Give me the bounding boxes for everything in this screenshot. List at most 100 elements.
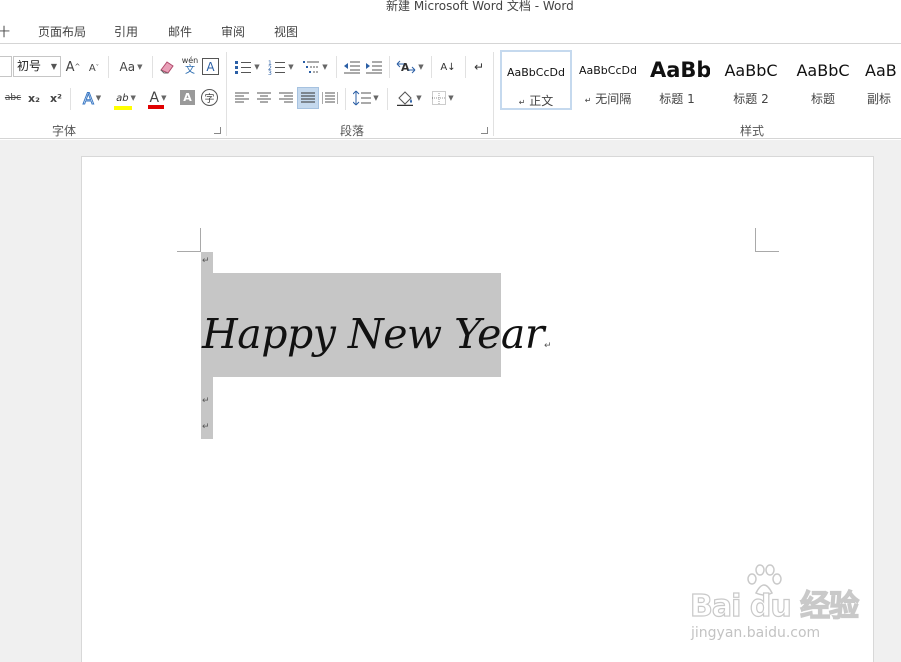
grow-font-button[interactable]: A ^: [65, 58, 81, 76]
distributed-button[interactable]: [321, 89, 339, 107]
tab-design[interactable]: 十: [0, 23, 10, 40]
bullets-button[interactable]: ▼: [232, 57, 262, 77]
font-dialog-launcher-icon[interactable]: [214, 127, 221, 134]
clear-formatting-button[interactable]: [158, 58, 176, 76]
ribbon: 初号 ▼ A ^ Aˇ Aa ▼ wén 文 A abc x₂ x² A ▼ ab ▼: [0, 43, 901, 139]
document-text[interactable]: Happy New Year↵: [202, 310, 552, 358]
window-title: 新建 Microsoft Word 文档 - Word: [386, 0, 574, 13]
decrease-indent-button[interactable]: [342, 57, 362, 77]
font-name-box[interactable]: [0, 56, 12, 77]
shrink-font-icon: A: [88, 62, 96, 74]
style-label: ↵ 无间隔: [572, 90, 644, 107]
ribbon-tabs: 十 页面布局 引用 邮件 审阅 视图: [0, 20, 901, 42]
bullet-list-icon: [235, 61, 252, 74]
paragraph-mark: ↵: [202, 396, 210, 406]
svg-text:A: A: [401, 61, 410, 74]
tab-review[interactable]: 审阅: [221, 23, 245, 40]
paragraph-mark: ↵: [202, 256, 210, 266]
style-normal[interactable]: AaBbCcDd ↵ 正文: [500, 50, 572, 110]
style-name: 无间隔: [595, 92, 632, 106]
subscript-button[interactable]: x₂: [26, 90, 42, 106]
style-preview: AaBbC: [796, 61, 850, 80]
sort-button[interactable]: A↓: [437, 56, 459, 78]
divider: [431, 56, 432, 78]
style-no-spacing[interactable]: AaBbCcDd ↵ 无间隔: [572, 50, 644, 110]
strike-label: abc: [4, 93, 22, 103]
font-color-bar: [147, 105, 164, 109]
phonetic-bottom: 文: [185, 65, 195, 76]
sort-icon: A↓: [440, 61, 456, 73]
style-name: 副标: [867, 92, 892, 106]
styles-gallery: AaBbCcDd ↵ 正文 AaBbCcDd ↵ 无间隔 AaBb 标题 1 A…: [499, 50, 901, 112]
font-size-value: 初号: [17, 59, 42, 73]
align-center-button[interactable]: [255, 89, 273, 107]
divider: [108, 56, 109, 78]
baidu-watermark: Bai du 经验 jingyan.baidu.com: [688, 563, 860, 643]
highlight-glyph: ab: [116, 92, 129, 104]
paragraph-mark: ↵: [202, 422, 210, 432]
divider: [465, 56, 466, 78]
character-border-button[interactable]: A: [202, 58, 219, 75]
superscript-label: x²: [50, 91, 62, 105]
phonetic-guide-button[interactable]: wén 文: [180, 55, 200, 77]
paragraph-mark: ↵: [543, 341, 552, 351]
increase-indent-icon: [366, 61, 382, 74]
font-color-button[interactable]: A ▼: [143, 88, 173, 109]
shading-glyph: A: [183, 91, 192, 104]
tab-view[interactable]: 视图: [274, 23, 298, 40]
strikethrough-button[interactable]: abc: [4, 90, 22, 106]
style-heading-2[interactable]: AaBbC 标题 2: [715, 50, 787, 110]
change-case-button[interactable]: Aa ▼: [116, 58, 146, 76]
line-spacing-button[interactable]: ▼: [351, 88, 381, 108]
grow-font-icon: A: [65, 59, 75, 75]
chinese-layout-icon: A: [396, 60, 416, 74]
show-formatting-marks-button[interactable]: ↵: [470, 57, 488, 77]
group-divider: [226, 52, 227, 136]
text-effects-button[interactable]: A ▼: [78, 88, 106, 108]
tab-page-layout[interactable]: 页面布局: [38, 23, 86, 40]
numbering-button[interactable]: 123 ▼: [266, 57, 296, 77]
styles-group-label: 样式: [740, 124, 765, 138]
divider: [70, 88, 71, 110]
enclose-characters-button[interactable]: 字: [201, 89, 218, 106]
shrink-font-button[interactable]: Aˇ: [87, 60, 101, 76]
align-right-button[interactable]: [277, 89, 295, 107]
divider: [389, 56, 390, 78]
character-shading-button[interactable]: A: [180, 90, 195, 105]
style-preview: AaB: [865, 61, 897, 80]
tab-references[interactable]: 引用: [114, 23, 138, 40]
divider: [345, 88, 346, 110]
text-effects-icon: A: [82, 88, 94, 108]
paragraph-mark-icon: ↵: [473, 60, 485, 74]
font-color-glyph: A: [149, 90, 160, 106]
paragraph-mark-icon: ↵: [518, 98, 526, 107]
style-name: 标题 1: [659, 92, 695, 106]
justify-button[interactable]: [297, 87, 319, 109]
change-case-label: Aa: [119, 60, 136, 74]
style-heading-1[interactable]: AaBb 标题 1: [644, 50, 710, 110]
font-size-select[interactable]: 初号 ▼: [13, 56, 61, 77]
style-name: 标题: [810, 92, 835, 106]
svg-text:3: 3: [268, 70, 272, 75]
superscript-button[interactable]: x²: [48, 90, 64, 106]
eraser-icon: [160, 61, 174, 74]
shading-button[interactable]: ▼: [393, 88, 425, 108]
crop-mark-top-right: [755, 228, 779, 252]
chinese-layout-button[interactable]: A ▼: [394, 57, 426, 77]
style-subtitle[interactable]: AaB 副标: [859, 50, 901, 110]
paragraph-dialog-launcher-icon[interactable]: [481, 127, 488, 134]
style-preview: AaBbC: [724, 61, 778, 80]
chevron-down-icon: ▼: [50, 62, 57, 71]
increase-indent-button[interactable]: [364, 57, 384, 77]
style-title[interactable]: AaBbC 标题: [787, 50, 859, 110]
divider: [152, 56, 153, 78]
numbered-list-icon: 123: [268, 60, 286, 75]
borders-button[interactable]: ▼: [428, 88, 458, 108]
tab-mailings[interactable]: 邮件: [168, 23, 192, 40]
align-left-button[interactable]: [233, 89, 251, 107]
highlight-button[interactable]: ab ▼: [111, 88, 141, 110]
crop-mark-top-left: [177, 228, 201, 252]
style-preview: AaBbCcDd: [579, 64, 637, 77]
multilevel-list-button[interactable]: ▼: [300, 57, 330, 77]
group-divider: [493, 52, 494, 136]
